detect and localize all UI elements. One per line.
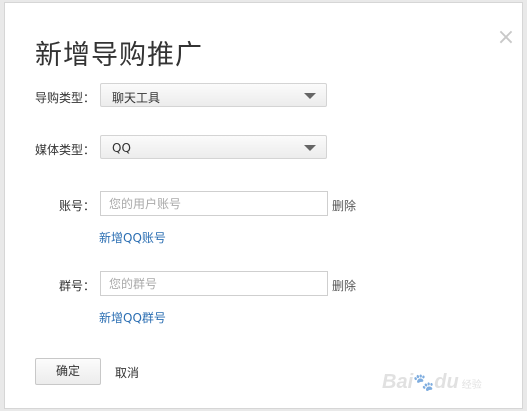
- account-delete-link[interactable]: 删除: [332, 197, 356, 214]
- media-type-value: QQ: [112, 141, 131, 155]
- guide-type-value: 聊天工具: [112, 91, 161, 105]
- chevron-down-icon: [304, 145, 316, 151]
- guide-type-select[interactable]: 聊天工具: [100, 83, 327, 107]
- watermark-brand: Bai: [382, 371, 414, 393]
- media-type-select[interactable]: QQ: [100, 135, 327, 159]
- paw-icon: 🐾: [413, 373, 435, 392]
- account-input[interactable]: [100, 191, 328, 216]
- group-label: 群号：: [58, 279, 95, 293]
- account-label: 账号：: [58, 199, 95, 213]
- chevron-down-icon: [304, 93, 316, 99]
- add-qq-account-link[interactable]: 新增QQ账号: [99, 229, 166, 246]
- add-guide-promotion-dialog: 新增导购推广 × 导购类型： 聊天工具 媒体类型： QQ 账号： 删除 新增QQ…: [4, 2, 523, 409]
- close-icon[interactable]: ×: [496, 27, 516, 49]
- dialog-title: 新增导购推广: [35, 40, 203, 71]
- watermark-brand-end: du: [434, 371, 459, 393]
- group-input[interactable]: [100, 271, 328, 296]
- confirm-button[interactable]: 确定: [35, 358, 101, 385]
- group-delete-link[interactable]: 删除: [332, 277, 356, 294]
- baidu-watermark: Bai🐾du 经验: [382, 362, 514, 402]
- media-type-label: 媒体类型：: [34, 143, 95, 157]
- cancel-button[interactable]: 取消: [115, 364, 139, 381]
- add-qq-group-link[interactable]: 新增QQ群号: [99, 309, 166, 326]
- guide-type-label: 导购类型：: [34, 91, 95, 105]
- watermark-sub: 经验: [461, 380, 482, 391]
